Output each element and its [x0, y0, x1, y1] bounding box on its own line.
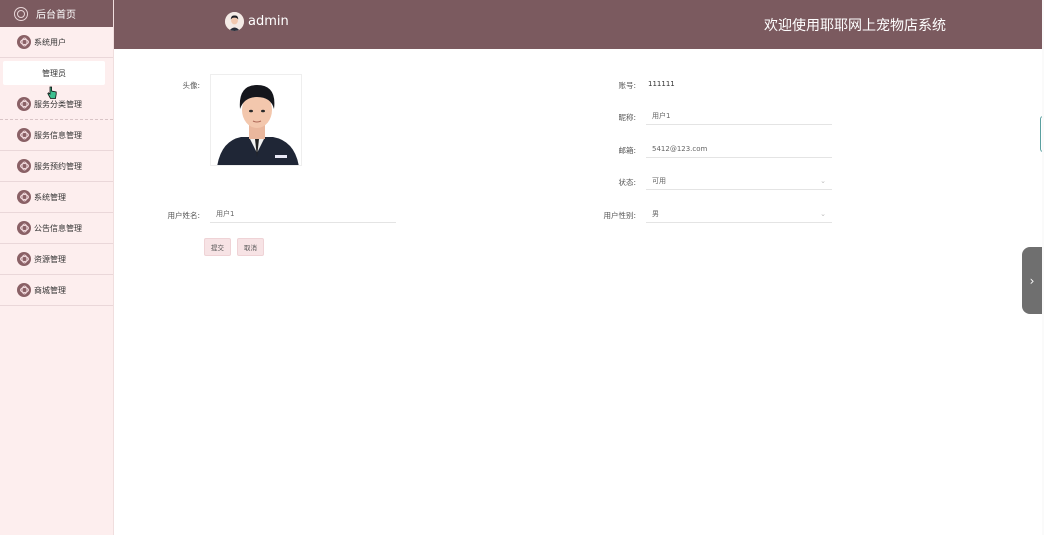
gender-select[interactable]: 男 ⌄ [646, 205, 832, 223]
email-label: 邮箱: [618, 146, 636, 155]
account-field: 111111 [642, 75, 832, 93]
flower-icon [17, 283, 31, 297]
sidebar-home-label: 后台首页 [36, 10, 76, 21]
account-label: 账号: [618, 81, 636, 90]
gender-label: 用户性别: [603, 211, 636, 220]
sidebar-item-label: 资源管理 [34, 254, 66, 264]
status-label: 状态: [618, 178, 636, 187]
sidebar-home[interactable]: 后台首页 [0, 0, 113, 27]
nickname-input[interactable]: 用户1 [646, 107, 832, 125]
sidebar-item-resources[interactable]: 资源管理 [0, 244, 113, 275]
avatar-portrait-icon [211, 75, 301, 165]
sidebar-item-label: 商城管理 [34, 285, 66, 295]
sidebar-item-label: 服务信息管理 [34, 130, 82, 140]
email-input[interactable]: 5412@123.com [646, 140, 832, 158]
sidebar-item-label: 服务预约管理 [34, 161, 82, 171]
sidebar-item-label: 公告信息管理 [34, 223, 82, 233]
nickname-value: 用户1 [652, 111, 671, 120]
hand-cursor-icon [47, 86, 57, 99]
account-value: 111111 [648, 80, 675, 88]
flower-icon [17, 190, 31, 204]
sidebar-item-system-management[interactable]: 系统管理 [0, 182, 113, 213]
chevron-right-icon: › [1029, 273, 1035, 288]
username-value: 用户1 [216, 209, 235, 218]
top-header: admin 欢迎使用耶耶网上宠物店系统 [114, 0, 1042, 49]
chevron-down-icon: ⌄ [820, 177, 826, 185]
status-select[interactable]: 可用 ⌄ [646, 172, 832, 190]
submit-button[interactable]: 提交 [204, 238, 231, 256]
side-drawer-toggle[interactable]: › [1022, 247, 1042, 314]
cancel-button[interactable]: 取消 [237, 238, 264, 256]
gender-value: 男 [652, 209, 659, 218]
chevron-down-icon: ⌄ [820, 210, 826, 218]
username-label: 用户姓名: [167, 211, 200, 220]
sidebar-item-mall[interactable]: 商城管理 [0, 275, 113, 306]
status-value: 可用 [652, 176, 666, 185]
avatar-image-icon [225, 12, 244, 31]
flower-icon [17, 159, 31, 173]
user-name[interactable]: admin [248, 14, 289, 29]
email-value: 5412@123.com [652, 144, 708, 153]
sidebar-item-label: 服务分类管理 [34, 99, 82, 109]
home-icon [14, 6, 28, 21]
profile-form: 头像: 账号: 111111 昵称: 用户1 邮箱: 5412@123.com … [114, 49, 1042, 535]
flower-icon [17, 221, 31, 235]
nickname-label: 昵称: [618, 113, 636, 122]
flower-icon [17, 128, 31, 142]
system-title: 欢迎使用耶耶网上宠物店系统 [764, 18, 946, 34]
avatar-upload[interactable] [210, 74, 302, 166]
username-input[interactable]: 用户1 [210, 205, 396, 223]
sidebar-subitem-label: 管理员 [42, 68, 66, 78]
flower-icon [17, 35, 31, 49]
sidebar-item-label: 系统用户 [34, 37, 66, 47]
sidebar-item-announcements[interactable]: 公告信息管理 [0, 213, 113, 244]
sidebar: 后台首页 系统用户 管理员 服务分类管理 服务信息管理 服务预约管理 系统管理 … [0, 0, 114, 535]
user-avatar[interactable] [225, 12, 244, 31]
sidebar-item-system-users[interactable]: 系统用户 [0, 27, 113, 58]
sidebar-item-label: 系统管理 [34, 192, 66, 202]
app-root: 后台首页 系统用户 管理员 服务分类管理 服务信息管理 服务预约管理 系统管理 … [0, 0, 1044, 535]
sidebar-subitem-admin[interactable]: 管理员 [3, 61, 105, 85]
avatar-label: 头像: [182, 81, 200, 90]
flower-icon [17, 252, 31, 266]
sidebar-item-service-booking[interactable]: 服务预约管理 [0, 151, 113, 182]
flower-icon [17, 97, 31, 111]
sidebar-item-service-info[interactable]: 服务信息管理 [0, 120, 113, 151]
